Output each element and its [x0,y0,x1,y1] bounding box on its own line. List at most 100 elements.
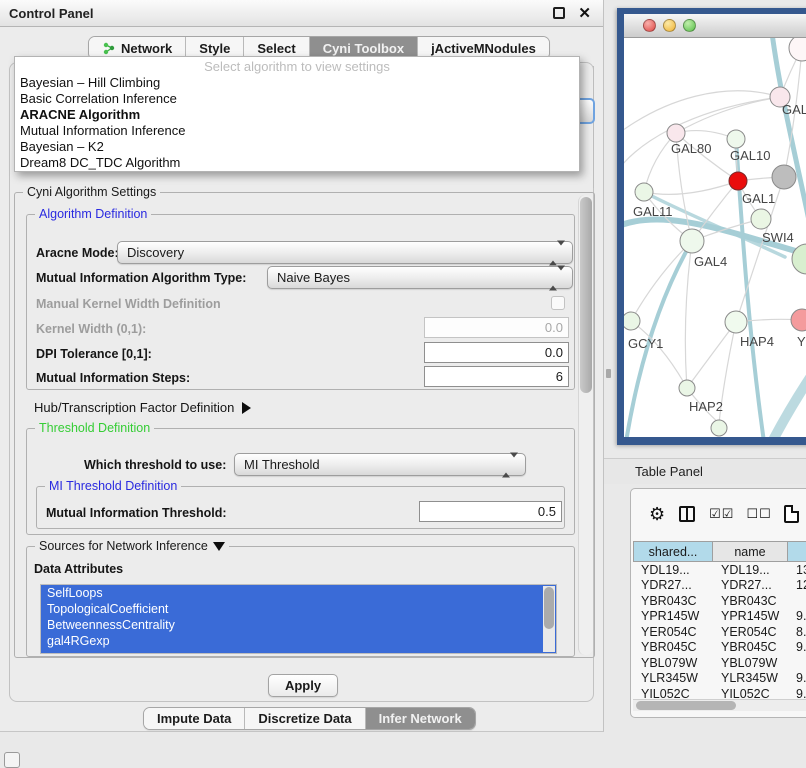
data-attributes-list: SelfLoops TopologicalCoefficient Between… [40,584,557,654]
table-panel-window: shared... name YDL19... YDL19... 13 YDR2… [630,488,806,718]
node-label: GCY1 [628,336,663,351]
node-bottom[interactable] [711,420,727,436]
dpi-tolerance-field[interactable]: 0.0 [424,342,569,363]
node-gcy1[interactable] [624,312,640,330]
node-gal4[interactable] [680,229,704,253]
tab-infer-network[interactable]: Infer Network [366,708,475,729]
list-item[interactable]: SelfLoops [41,585,556,601]
manual-kernel-checkbox[interactable] [551,296,565,310]
node-labels: GAL GAL80 GAL10 GAL1 GAL11 GAL4 SWI4 GCY… [628,102,806,414]
hub-section-toggle[interactable]: Hub/Transcription Factor Definition [34,400,251,415]
split-column-icon[interactable] [679,506,695,522]
cell: 9. [788,640,806,656]
cell: YDL19... [633,562,713,578]
close-icon[interactable] [578,4,591,22]
node-salmon[interactable] [791,309,806,331]
tab-impute-data[interactable]: Impute Data [144,708,245,729]
unchecked-pair-icon[interactable] [746,506,771,522]
file-icon[interactable] [784,505,799,523]
cell: YBL079W [633,655,713,671]
aracne-mode-select[interactable]: Discovery [117,241,573,264]
zoom-traffic-light-icon[interactable] [683,19,696,32]
network-window-titlebar[interactable] [624,14,806,38]
list-item[interactable]: BetweennessCentrality [41,617,556,633]
mi-threshold-group-title: MI Threshold Definition [45,479,181,493]
mi-type-value: Naive Bayes [277,270,350,285]
column-header-shared-name[interactable]: shared... [633,541,713,562]
gear-icon[interactable] [649,504,665,525]
dropdown-item[interactable]: Mutual Information Inference [15,123,579,139]
settings-scrollbar[interactable] [578,195,593,655]
mi-threshold-field[interactable]: 0.5 [419,501,562,522]
node-swi4[interactable] [751,209,771,229]
table-hscrollbar-thumb[interactable] [636,701,736,710]
dropdown-item[interactable]: Bayesian – Hill Climbing [15,75,579,91]
table-row[interactable]: YDL19... YDL19... 13 [633,562,806,578]
table-row[interactable]: YDR27... YDR27... 12 [633,578,806,594]
node-hap4[interactable] [725,311,747,333]
minimize-traffic-light-icon[interactable] [663,19,676,32]
close-traffic-light-icon[interactable] [643,19,656,32]
apply-button[interactable]: Apply [268,674,338,697]
list-item[interactable]: TopologicalCoefficient [41,601,556,617]
tab-network-label: Network [121,41,172,56]
node-partial[interactable] [789,38,806,61]
cell: YLR345W [633,671,713,687]
table-row[interactable]: YBR045C YBR045C 9. [633,640,806,656]
node-hap2[interactable] [679,380,695,396]
panel-splitter-handle[interactable] [606,369,611,378]
cell: YPR145W [713,609,788,625]
cell: YER054C [713,624,788,640]
node-label: GAL4 [694,254,727,269]
network-view-window: GAL GAL80 GAL10 GAL1 GAL11 GAL4 SWI4 GCY… [617,8,806,445]
settings-scrollbar-thumb[interactable] [580,197,592,393]
sources-group-title-label: Sources for Network Inference [39,539,208,553]
dropdown-item[interactable]: Basic Correlation Inference [15,91,579,107]
table-row[interactable]: YPR145W YPR145W 9. [633,609,806,625]
node-gal10[interactable] [727,130,745,148]
cell: YDR27... [633,578,713,594]
which-threshold-select[interactable]: MI Threshold [234,453,526,476]
control-panel-window: Control Panel Network Style Select Cyni … [0,0,604,732]
cell: YPR145W [633,609,713,625]
table-row[interactable]: YLR345W YLR345W 9. [633,671,806,687]
node-label: GAL [782,102,806,117]
table-row[interactable]: YER054C YER054C 8. [633,624,806,640]
table-panel-header: Table Panel [604,458,806,484]
dropdown-item[interactable]: Dream8 DC_TDC Algorithm [15,155,579,171]
which-threshold-value: MI Threshold [244,457,320,472]
table-row[interactable]: YBR043C YBR043C [633,593,806,609]
node-label: GAL11 [633,204,673,219]
mi-steps-field[interactable]: 6 [424,366,569,387]
node-label: SWI4 [762,230,794,245]
threshold-definition-title: Threshold Definition [35,421,154,435]
cell: YER054C [633,624,713,640]
cell: 13 [788,562,806,578]
node-label: HAP2 [689,399,723,414]
cell: YBR045C [633,640,713,656]
node-gal1-selected[interactable] [729,172,747,190]
list-selection-fill [41,649,556,654]
column-header-name[interactable]: name [713,541,788,562]
sources-group-title[interactable]: Sources for Network Inference [35,539,229,553]
node-gray[interactable] [772,165,796,189]
control-panel-title: Control Panel [0,6,94,21]
table-horizontal-scrollbar[interactable] [633,699,806,711]
tab-infer-network-label: Infer Network [379,711,462,726]
kernel-width-field[interactable]: 0.0 [424,317,569,338]
node-gal80[interactable] [667,124,685,142]
checked-pair-icon[interactable] [709,506,734,522]
float-window-icon[interactable] [553,7,565,19]
dropdown-item[interactable]: Bayesian – K2 [15,139,579,155]
mi-type-select[interactable]: Naive Bayes [267,266,573,289]
attributes-scrollbar[interactable] [543,586,555,652]
list-item[interactable]: gal4RGexp [41,633,556,649]
node-gal11[interactable] [635,183,653,201]
column-header-partial[interactable] [788,541,806,562]
attributes-scrollbar-thumb[interactable] [544,587,554,629]
dock-panel-icon[interactable] [4,752,20,768]
tab-discretize-data[interactable]: Discretize Data [245,708,365,729]
table-row[interactable]: YBL079W YBL079W [633,655,806,671]
network-canvas[interactable]: GAL GAL80 GAL10 GAL1 GAL11 GAL4 SWI4 GCY… [624,38,806,437]
dropdown-item-aracne[interactable]: ARACNE Algorithm [15,107,579,123]
